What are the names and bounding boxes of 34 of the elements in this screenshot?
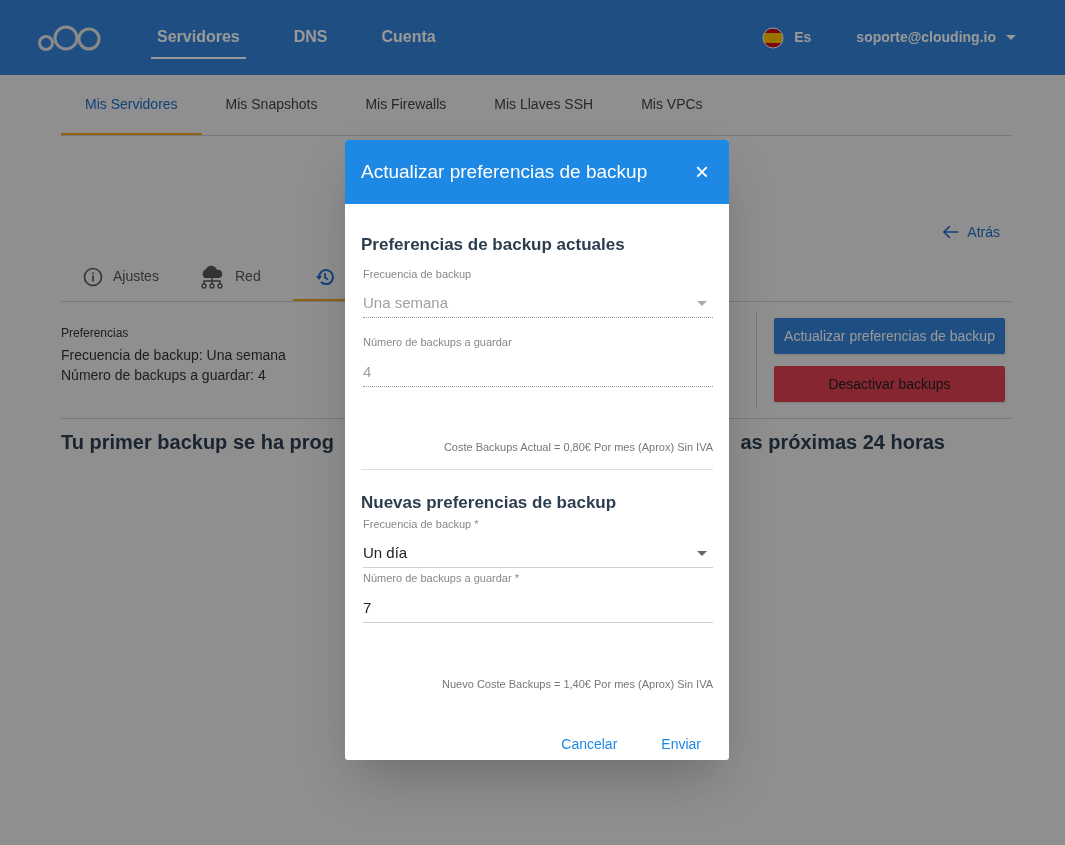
submit-button[interactable]: Enviar [653,730,709,759]
server-tab[interactable]: Ajustes [61,254,177,301]
sub-tab[interactable]: Mis Servidores [61,94,202,135]
language-label[interactable]: Es [794,27,812,48]
nav-link[interactable]: DNS [287,16,334,59]
sub-tab[interactable]: Mis VPCs [617,94,727,135]
dialog-title: Actualizar preferencias de backup [361,159,649,184]
sub-tab[interactable]: Mis Llaves SSH [470,94,618,135]
field-label: Frecuencia de backup * [363,516,480,532]
notice-text: as próximas 24 horas [740,430,945,455]
sub-tab[interactable]: Mis Snapshots [201,94,342,135]
sub-tab[interactable]: Mis Firewalls [341,94,471,135]
server-tab[interactable]: Red [177,254,293,301]
cost-text: Coste Backups Actual = 0,80€ Por mes (Aprox) Sin IVA [442,439,713,455]
nav-link[interactable]: Servidores [151,16,246,59]
preference-line: Número de backups a guardar: 4 [61,366,266,385]
account-menu[interactable]: soporte@clouding.io [856,27,1016,48]
close-button[interactable]: × [695,160,709,184]
preference-line: Frecuencia de backup: Una semana [61,346,286,365]
cost-text: Nuevo Coste Backups = 1,40€ Por mes (Aprox) Sin IVA [441,676,713,692]
notice-text: Tu primer backup se ha prog [61,430,335,455]
field-label: Número de backups a guardar [363,335,513,350]
field-label: Número de backups a guardar * [363,571,520,586]
section-heading: Nuevas preferencias de backup [361,492,618,514]
update-preferences-button[interactable]: Actualizar preferencias de backup [774,318,1005,354]
section-heading: Preferencias de backup actuales [361,234,626,256]
preferences-title: Preferencias [61,325,129,342]
disable-backups-button[interactable]: Desactivar backups [774,366,1005,402]
select-field[interactable]: Un día [363,540,713,568]
field-label: Frecuencia de backup [363,266,473,282]
input-field[interactable]: 7 [363,594,713,623]
back-link[interactable]: Atrás [943,222,1000,242]
nav-link[interactable]: Cuenta [375,16,442,59]
cancel-button[interactable]: Cancelar [553,730,626,759]
